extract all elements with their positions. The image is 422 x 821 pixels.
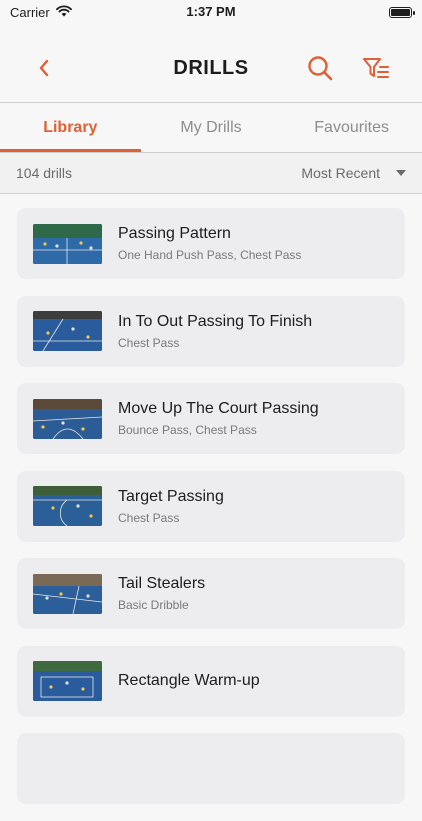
drill-count: 104 drills (16, 165, 73, 181)
search-icon (308, 56, 333, 81)
drill-title: Passing Pattern (118, 225, 231, 242)
header-divider (0, 102, 422, 103)
drill-thumbnail (33, 661, 102, 701)
drill-card[interactable]: Target Passing Chest Pass (17, 470, 405, 542)
drill-thumbnail (33, 486, 102, 526)
drill-card[interactable]: Move Up The Court Passing Bounce Pass, C… (17, 383, 405, 454)
drill-skills: Bounce Pass, Chest Pass (118, 423, 257, 437)
drill-card[interactable]: Rectangle Warm-up (17, 645, 405, 717)
tab-library[interactable]: Library (0, 104, 141, 152)
search-button[interactable] (304, 52, 336, 84)
back-button[interactable] (30, 54, 58, 82)
tab-bar: Library My Drills Favourites (0, 104, 422, 152)
drill-card[interactable] (17, 733, 405, 804)
drill-thumbnail (33, 398, 102, 439)
drill-title: Move Up The Court Passing (118, 400, 319, 417)
drill-list: Passing Pattern One Hand Push Pass, Ches… (17, 208, 405, 821)
drill-card[interactable]: In To Out Passing To Finish Chest Pass (17, 295, 405, 367)
status-bar: Carrier 1:37 PM (0, 0, 422, 24)
sort-divider (0, 193, 422, 194)
status-time: 1:37 PM (186, 4, 236, 19)
drill-title: Target Passing (118, 487, 224, 505)
drill-card[interactable]: Passing Pattern One Hand Push Pass, Ches… (17, 208, 405, 279)
drill-skills: Chest Pass (118, 335, 180, 350)
drill-thumbnail (33, 573, 102, 614)
drill-card[interactable]: Tail Stealers Basic Dribble (17, 558, 405, 629)
drill-title: Tail Stealers (118, 575, 206, 592)
back-chevron-icon (39, 59, 49, 77)
tab-my-drills[interactable]: My Drills (141, 104, 282, 151)
drill-thumbnail (33, 223, 102, 264)
filter-button[interactable] (360, 52, 392, 84)
sort-order-label: Most Recent (301, 165, 380, 181)
drill-thumbnail (33, 311, 102, 351)
drill-skills: Chest Pass (118, 510, 180, 525)
caret-down-icon (396, 170, 406, 176)
battery-icon (389, 6, 415, 18)
drill-title: Rectangle Warm-up (118, 672, 260, 689)
sort-dropdown[interactable]: Most Recent (301, 165, 406, 181)
sort-row: 104 drills Most Recent (0, 153, 422, 193)
filter-icon (363, 58, 389, 78)
drill-skills: One Hand Push Pass, Chest Pass (118, 248, 302, 262)
drill-skills: Basic Dribble (118, 598, 189, 612)
drill-title: In To Out Passing To Finish (118, 312, 313, 330)
tab-favourites[interactable]: Favourites (281, 104, 422, 151)
page-title: DRILLS (173, 56, 249, 79)
nav-header: DRILLS (0, 40, 422, 96)
